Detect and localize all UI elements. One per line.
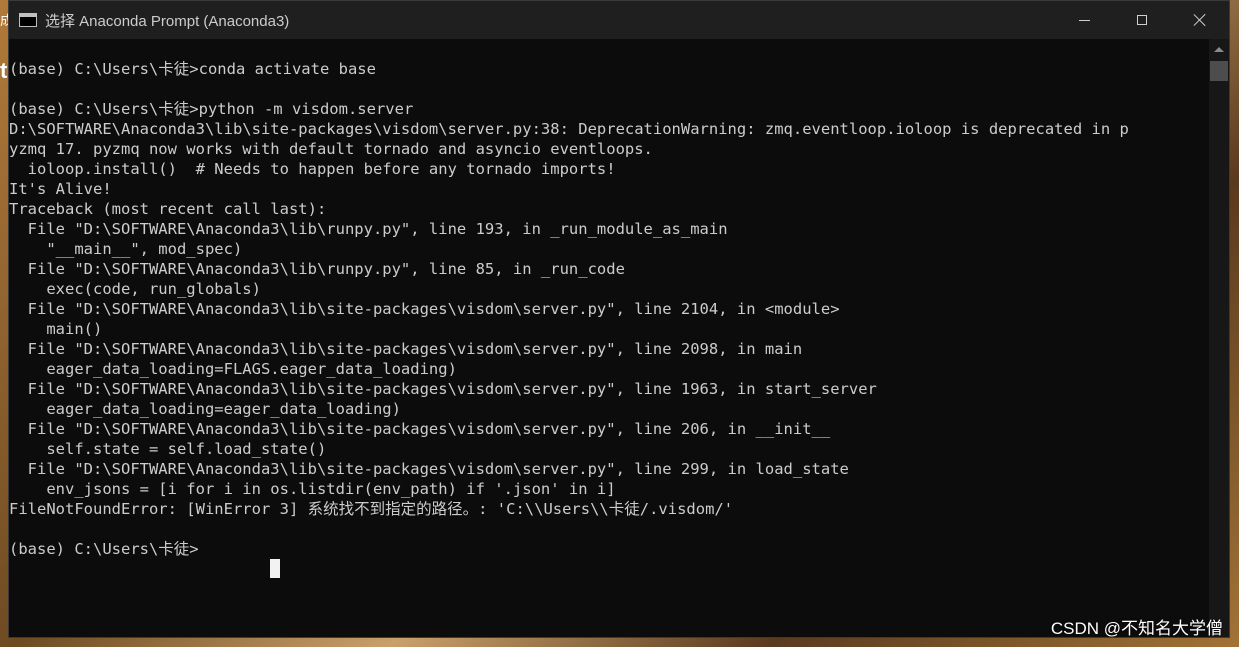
console-line: (base) C:\Users\卡徒> — [9, 540, 199, 558]
console-line: File "D:\SOFTWARE\Anaconda3\lib\runpy.py… — [9, 220, 728, 238]
close-icon — [1193, 13, 1207, 27]
console-line: File "D:\SOFTWARE\Anaconda3\lib\site-pac… — [9, 340, 803, 358]
console-line: File "D:\SOFTWARE\Anaconda3\lib\site-pac… — [9, 460, 849, 478]
vertical-scrollbar[interactable] — [1209, 39, 1229, 637]
close-button[interactable] — [1171, 1, 1229, 39]
console-line: (base) C:\Users\卡徒>python -m visdom.serv… — [9, 100, 414, 118]
console-line: D:\SOFTWARE\Anaconda3\lib\site-packages\… — [9, 120, 1129, 138]
scroll-up-button[interactable] — [1209, 39, 1229, 59]
window-title: 选择 Anaconda Prompt (Anaconda3) — [45, 12, 290, 30]
anaconda-prompt-window[interactable]: 选择 Anaconda Prompt (Anaconda3) (base) C:… — [8, 0, 1230, 638]
console-line: eager_data_loading=eager_data_loading) — [9, 400, 401, 418]
console-line: self.state = self.load_state() — [9, 440, 327, 458]
console-line: FileNotFoundError: [WinError 3] 系统找不到指定的… — [9, 500, 734, 518]
console-line: "__main__", mod_spec) — [9, 240, 243, 258]
console-window-icon[interactable] — [19, 13, 37, 27]
console-line: Traceback (most recent call last): — [9, 200, 327, 218]
console-line: eager_data_loading=FLAGS.eager_data_load… — [9, 360, 457, 378]
minimize-button[interactable] — [1055, 1, 1113, 39]
background-text-top: 成 — [0, 13, 8, 28]
text-cursor — [270, 559, 280, 578]
console-line: File "D:\SOFTWARE\Anaconda3\lib\site-pac… — [9, 380, 877, 398]
console-line: env_jsons = [i for i in os.listdir(env_p… — [9, 480, 616, 498]
console-line: File "D:\SOFTWARE\Anaconda3\lib\site-pac… — [9, 420, 831, 438]
maximize-icon — [1137, 15, 1147, 25]
console-line: exec(code, run_globals) — [9, 280, 261, 298]
console-line: (base) C:\Users\卡徒>conda activate base — [9, 60, 376, 78]
maximize-button[interactable] — [1113, 1, 1171, 39]
arrow-up-icon — [1214, 46, 1224, 52]
scroll-thumb[interactable] — [1210, 61, 1228, 81]
console-line: ioloop.install() # Needs to happen befor… — [9, 160, 616, 178]
console-line: It's Alive! — [9, 180, 112, 198]
console-line: yzmq 17. pyzmq now works with default to… — [9, 140, 653, 158]
console-line: File "D:\SOFTWARE\Anaconda3\lib\site-pac… — [9, 300, 840, 318]
console-line: File "D:\SOFTWARE\Anaconda3\lib\runpy.py… — [9, 260, 625, 278]
console-output[interactable]: (base) C:\Users\卡徒>conda activate base (b… — [9, 39, 1209, 637]
window-controls — [1055, 1, 1229, 39]
console-line: main() — [9, 320, 103, 338]
desktop-background: 成 t 选择 Anaconda Prompt (Anaconda3) (base… — [0, 0, 1239, 647]
minimize-icon — [1078, 19, 1090, 21]
title-bar[interactable]: 选择 Anaconda Prompt (Anaconda3) — [9, 1, 1229, 39]
background-text-left: t — [0, 58, 8, 83]
csdn-watermark: CSDN @不知名大学僧 — [1050, 619, 1223, 638]
